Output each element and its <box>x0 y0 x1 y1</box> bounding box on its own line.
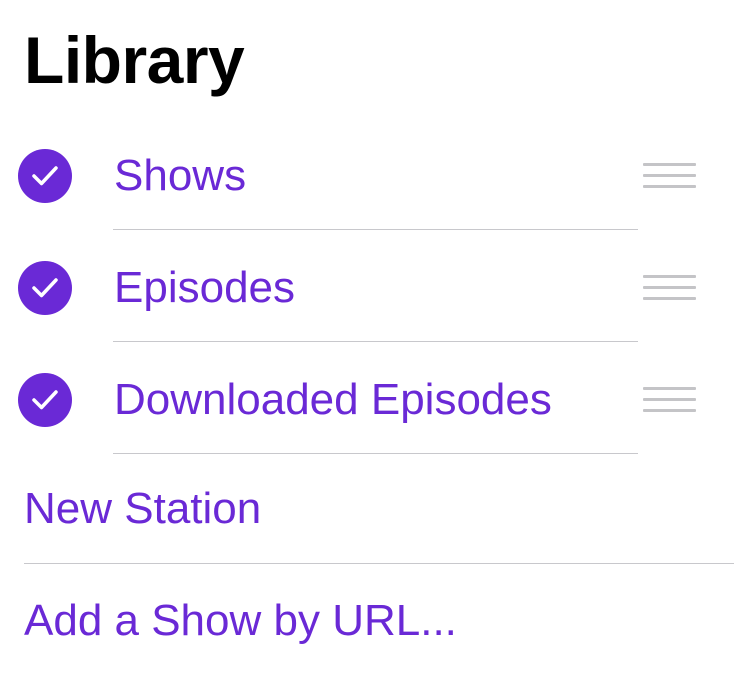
library-row-shows[interactable]: Shows <box>0 118 734 230</box>
library-row-episodes[interactable]: Episodes <box>0 230 734 342</box>
library-row-label: Shows <box>114 151 247 200</box>
checkmark-circle-icon[interactable] <box>18 373 72 427</box>
reorder-grip-icon[interactable] <box>643 387 696 414</box>
row-separator <box>113 453 638 454</box>
library-row-label: Downloaded Episodes <box>114 375 552 424</box>
reorder-grip-icon[interactable] <box>643 163 696 190</box>
checkmark-circle-icon[interactable] <box>18 261 72 315</box>
new-station-button[interactable]: New Station <box>24 481 261 537</box>
page-title: Library <box>24 23 245 97</box>
library-row-label: Episodes <box>114 263 296 312</box>
library-row-downloaded-episodes[interactable]: Downloaded Episodes <box>0 342 734 454</box>
action-separator <box>24 563 734 564</box>
add-show-by-url-button[interactable]: Add a Show by URL... <box>24 593 457 649</box>
checkmark-circle-icon[interactable] <box>18 149 72 203</box>
reorder-grip-icon[interactable] <box>643 275 696 302</box>
